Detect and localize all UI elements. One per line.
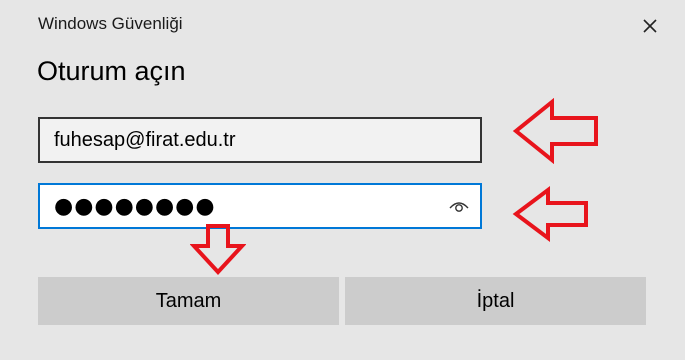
arrow-annotation-ok [190, 224, 246, 275]
security-dialog: Windows Güvenliği Oturum açın fuhesap@fi… [0, 0, 685, 360]
arrow-annotation-password [512, 186, 588, 242]
arrow-annotation-username [512, 98, 598, 164]
cancel-button[interactable]: İptal [345, 277, 646, 325]
eye-icon[interactable] [448, 198, 470, 214]
username-field[interactable]: fuhesap@firat.edu.tr [38, 117, 482, 163]
page-title: Oturum açın [37, 56, 186, 86]
password-value: ●●●●●●●● [54, 193, 216, 219]
close-icon [643, 19, 657, 33]
ok-button[interactable]: Tamam [38, 277, 339, 325]
password-field[interactable]: ●●●●●●●● [38, 183, 482, 229]
window-title: Windows Güvenliği [38, 14, 183, 33]
close-button[interactable] [638, 14, 662, 38]
username-value: fuhesap@firat.edu.tr [54, 128, 236, 151]
